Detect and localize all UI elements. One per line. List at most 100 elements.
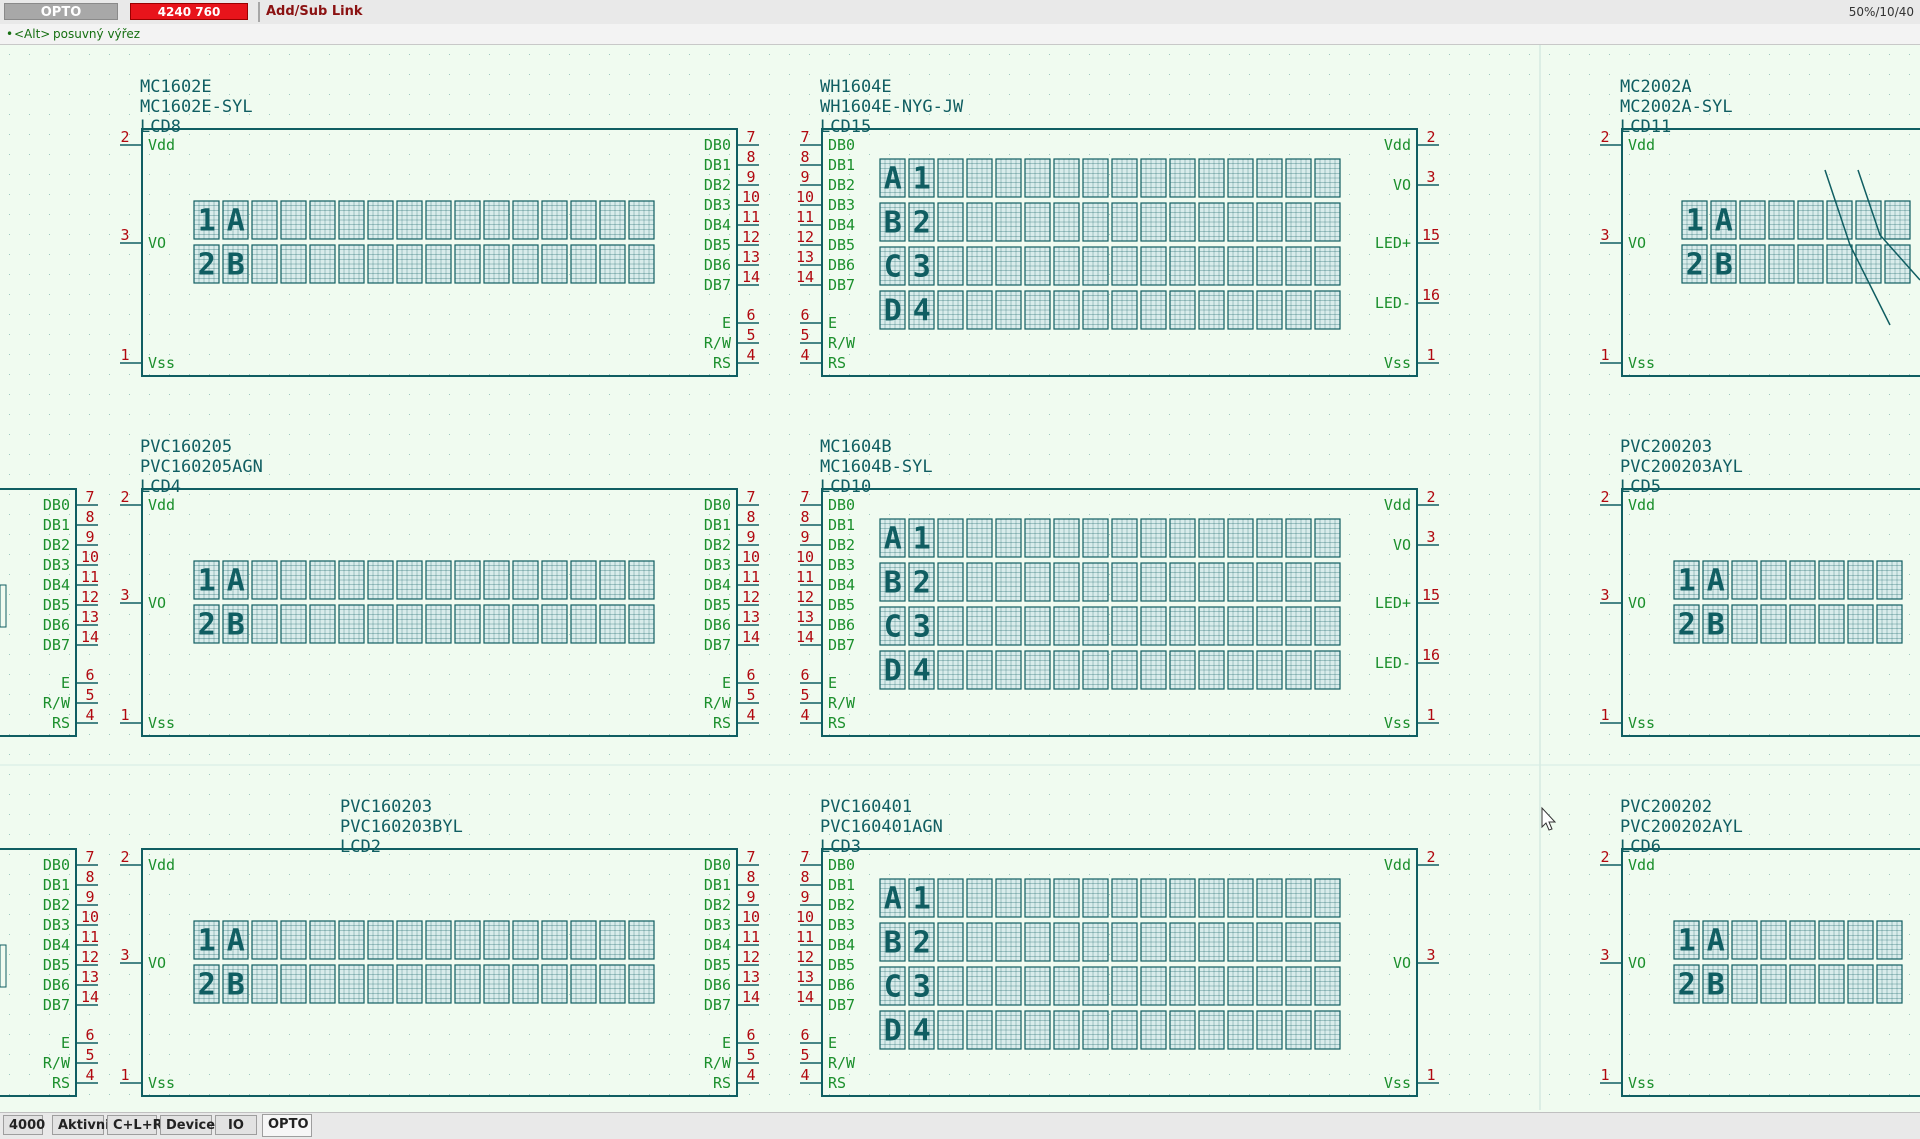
pin-name: DB1 [828, 516, 855, 534]
lcd-row-label: 1 [913, 162, 931, 197]
sheet-tabs: 4000 Aktivni C+L+R Device IO OPTO [0, 1112, 1920, 1139]
pin-name: VO [1393, 176, 1411, 194]
pin-name: RS [52, 714, 70, 732]
pin-number: 5 [85, 686, 94, 704]
pin-name: DB2 [704, 176, 731, 194]
pin-number: 14 [796, 988, 814, 1006]
pin-number: 1 [1426, 706, 1435, 724]
hint-key: <Alt> [14, 27, 51, 41]
lcd-row-label: A [227, 204, 245, 239]
tab-4000[interactable]: 4000 [3, 1115, 45, 1135]
pin-number: 7 [800, 128, 809, 146]
lcd-row-label: A [1707, 924, 1725, 959]
pin-number: 9 [800, 888, 809, 906]
pin-number: 4 [800, 346, 809, 364]
component-reference: LCD11 [1620, 117, 1671, 137]
pin-number: 6 [85, 666, 94, 684]
pin-name: DB6 [704, 256, 731, 274]
pin-number: 10 [796, 908, 814, 926]
pin-number: 12 [796, 228, 814, 246]
schematic-canvas[interactable]: MC1602E MC1602E-SYL LCD8 2 Vdd 3 VO 1 Vss 7 DB0 8 DB… [0, 45, 1920, 1110]
pin-number: 6 [800, 306, 809, 324]
pin-name: DB3 [704, 916, 731, 934]
pin-number: 13 [742, 968, 760, 986]
pin-name: DB1 [828, 876, 855, 894]
pin-name: DB5 [828, 596, 855, 614]
pin-name: Vss [1628, 354, 1655, 372]
pin-name: Vss [1628, 1074, 1655, 1092]
pin-name: DB2 [704, 536, 731, 554]
schematic-drawing[interactable]: MC1602EMC1602E-SYLLCD82 Vdd3 VO1 Vss7DB08DB… [0, 45, 1920, 1110]
pin-name: DB1 [43, 876, 70, 894]
pin-name: DB2 [43, 536, 70, 554]
pin-number: 12 [81, 948, 99, 966]
pin-name: DB1 [704, 156, 731, 174]
tab-clr[interactable]: C+L+R [107, 1115, 163, 1135]
pin-number: 9 [85, 888, 94, 906]
lcd-row-label: 1 [913, 882, 931, 917]
component-reference: LCD8 [140, 117, 181, 137]
lcd-row-label: 1 [198, 204, 216, 239]
pin-name: DB4 [828, 936, 855, 954]
pin-name: DB1 [828, 156, 855, 174]
pin-number: 1 [1426, 1066, 1435, 1084]
tab-io[interactable]: IO [215, 1115, 257, 1135]
pin-number: 4 [746, 1066, 755, 1084]
lcd-row-label: A [1707, 564, 1725, 599]
pin-number: 9 [800, 168, 809, 186]
pin-name: DB4 [704, 936, 731, 954]
component-name: WH1604E [820, 77, 892, 97]
pin-name: DB6 [43, 976, 70, 994]
tab-opto[interactable]: OPTO [262, 1114, 312, 1137]
lcd-row-label: A [227, 564, 245, 599]
tab-device[interactable]: Device [160, 1115, 215, 1135]
pin-number: 9 [746, 168, 755, 186]
pin-number: 2 [120, 488, 129, 506]
pin-number: 2 [120, 848, 129, 866]
lcd-row-label: B [1715, 248, 1733, 283]
component-reference: LCD2 [340, 837, 381, 857]
pin-number: 8 [800, 148, 809, 166]
pin-number: 1 [120, 346, 129, 364]
pin-name: LED- [1375, 654, 1411, 672]
pin-number: 5 [746, 326, 755, 344]
pin-number: 1 [120, 706, 129, 724]
lcd-row-label: 1 [1686, 204, 1704, 239]
pin-name: Vdd [1384, 496, 1411, 514]
pin-number: 2 [1426, 848, 1435, 866]
layer-indicator[interactable]: OPTO [4, 3, 118, 20]
pin-number: 3 [1426, 946, 1435, 964]
pin-name: Vdd [1628, 136, 1655, 154]
lcd-row-label: C [884, 250, 902, 285]
component-name: PVC200202 [1620, 797, 1712, 817]
pin-number: 13 [742, 248, 760, 266]
pin-name: E [61, 1034, 70, 1052]
pin-number: 7 [800, 488, 809, 506]
pin-name: E [828, 1034, 837, 1052]
pin-name: Vdd [1384, 856, 1411, 874]
pin-number: 12 [796, 588, 814, 606]
pin-name: RS [828, 354, 846, 372]
pin-number: 3 [1600, 946, 1609, 964]
component-reference: LCD6 [1620, 837, 1661, 857]
pin-number: 7 [85, 848, 94, 866]
pin-number: 12 [742, 228, 760, 246]
pin-number: 4 [85, 1066, 94, 1084]
pin-number: 6 [800, 666, 809, 684]
pin-number: 11 [742, 928, 760, 946]
pin-name: DB5 [43, 956, 70, 974]
pin-name: LED- [1375, 294, 1411, 312]
pin-number: 4 [746, 706, 755, 724]
pin-number: 12 [742, 588, 760, 606]
pin-name: VO [1628, 954, 1646, 972]
edit-mode-label: Add/Sub Link [258, 2, 363, 22]
tab-aktivni[interactable]: Aktivni [52, 1115, 110, 1135]
pin-number: 8 [800, 868, 809, 886]
pin-name: DB6 [704, 976, 731, 994]
pin-name: DB1 [43, 516, 70, 534]
pin-name: DB3 [828, 556, 855, 574]
component-variant: PVC160205AGN [140, 457, 263, 477]
lcd-row-label: A [884, 522, 902, 557]
pin-number: 9 [746, 528, 755, 546]
pin-name: DB0 [828, 856, 855, 874]
